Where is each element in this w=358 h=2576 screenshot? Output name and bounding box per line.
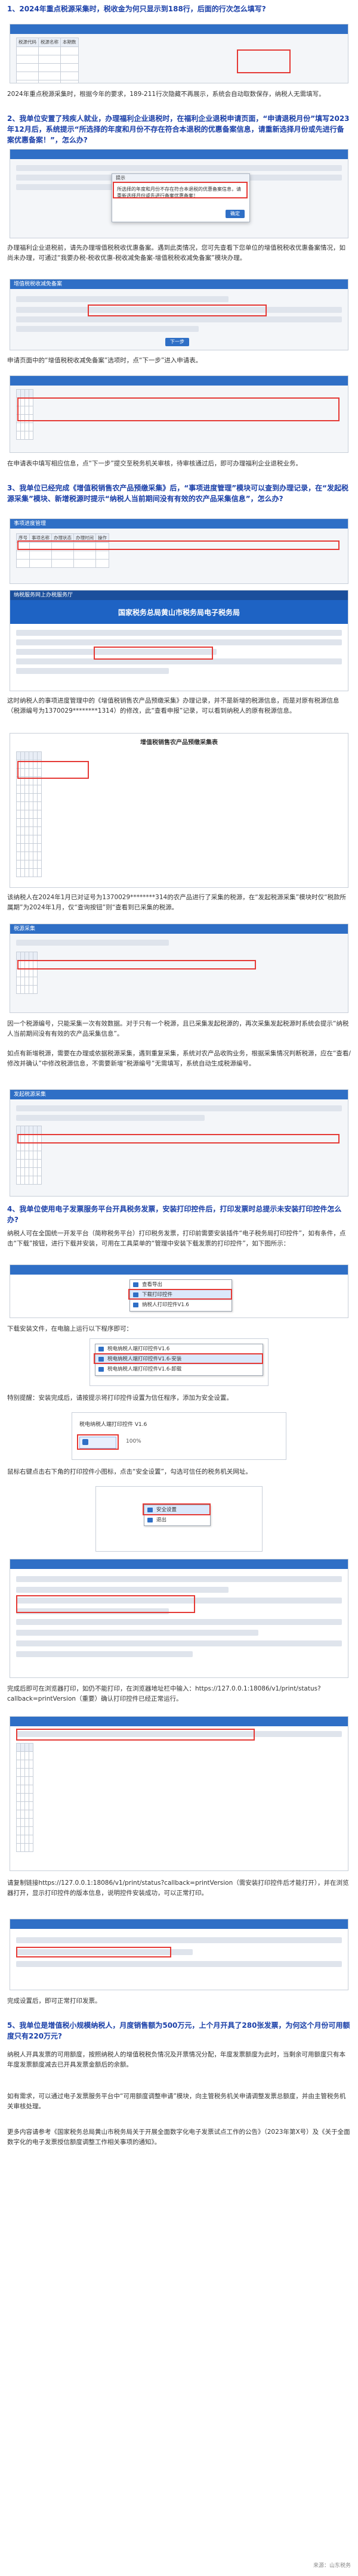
q5-answer-2: 如有需求，可以通过电子发票服务平台中“可用额度调整申请”模块，向主管税务机关申请… [7, 2093, 346, 2110]
document-icon [133, 1282, 138, 1287]
q5-answer: 纳税人开具发票的可用额度，按照纳税人的增值税税负情况及开票情况分配，年度发票额度… [7, 2051, 345, 2068]
screenshot-q3-progress: 事项进度管理 序号 事项名称 办理状态 办理时间 操作 [10, 518, 348, 584]
highlight-box [237, 49, 291, 73]
highlight-box [113, 182, 248, 198]
q4-answer-2: 下载安装文件，在电脑上运行以下程序即可： [7, 1325, 132, 1332]
screenshot-q4-control: 税电纳税人端打印控件 V1.6 100% [72, 1412, 286, 1460]
highlight-box [17, 540, 340, 550]
highlight-box [77, 1434, 119, 1450]
highlight-box [17, 960, 256, 970]
q3-answer-4: 如点有新增税源，需要在办理或依据税源采集，遇到重复采集，系统对农产品收购业务，根… [7, 1050, 351, 1067]
question-2-title: 2、我单位安置了残疾人就业，办理福利企业退税时，在福利企业退税申请页面，“申请退… [7, 114, 350, 144]
screenshot-bar [10, 1919, 348, 1929]
highlight-box [17, 397, 340, 421]
highlight-box [16, 1947, 171, 1957]
highlight-box [17, 1134, 340, 1143]
zoom-level: 100% [126, 1438, 141, 1444]
q4-answer-6: 请复制链接https://127.0.0.1:18086/v1/print/st… [7, 1879, 349, 1897]
screenshot-q2-popup: 提示 所选择的年度和月份不存在符合本退税的优惠备案信息，请重新选择月份或先进行备… [10, 149, 348, 238]
q1-shot-col: 税源代码 [16, 38, 39, 47]
next-step-button[interactable]: 下一步 [165, 338, 189, 346]
highlight-box [94, 647, 213, 660]
highlight-box [128, 1289, 232, 1300]
q3-collect-table [16, 952, 38, 994]
screenshot-q3-launch: 发起税源采集 [10, 1089, 348, 1197]
q2-answer: 办理福利企业退税前，请先办理增值税税收优惠备案。遇到此类情况，您可先查看下您单位… [7, 244, 345, 262]
screenshot-q2-filing: 增值税税收减免备案 下一步 [10, 279, 348, 350]
question-5-title: 5、我单位是增值税小规模纳税人，月度销售额为500万元，上个月开具了280张发票… [7, 2021, 350, 2040]
screenshot-bar [10, 1717, 348, 1726]
q4-answer-3: 特别提醒：安装完成后，请按提示将打印控件设置为信任程序，添加为安全设置。 [7, 1394, 233, 1402]
source-credit: 来源：山东税务 [313, 2563, 351, 2569]
q4-answer-4: 鼠标右键点击右下角的打印控件小图标，点击“安全设置”，勾选可信任的税务机关网址。 [7, 1468, 252, 1475]
installer-item[interactable]: 税电纳税人端打印控件V1.6-卸载 [95, 1365, 263, 1375]
highlight-box [16, 1729, 255, 1741]
printer-icon [133, 1303, 138, 1308]
menu-item[interactable]: 纳税人打印控件V1.6 [130, 1300, 232, 1310]
screenshot-q1-table: 税源代码 税源名称 本期数 [10, 24, 348, 83]
screenshot-q4-settings [10, 1559, 348, 1678]
highlight-box [94, 1353, 263, 1364]
screenshot-q4-browser [10, 1716, 348, 1871]
app-icon [98, 1347, 104, 1351]
q3-shot-bar: 事项进度管理 [10, 519, 348, 529]
q2-answer-2: 申请页面中的“增值税税收减免备案”选项时，点“下一步”进入申请表。 [7, 357, 202, 364]
q4-answer: 纳税人可在全国统一开发平台（简称税务平台）打印税务发票，打印前需要安装插件“电子… [7, 1230, 346, 1247]
q2-shot2-bar: 增值税税收减免备案 [10, 279, 348, 289]
menu-item-exit[interactable]: 退出 [144, 1515, 210, 1525]
q3-shot5-bar: 发起税源采集 [10, 1090, 348, 1099]
highlight-box [88, 304, 267, 316]
q3-answer: 这时纳税人的事项进度管理中的《增值税销售农产品预缴采集》办理记录，并不是新增的税… [7, 697, 340, 714]
highlight-box [16, 1595, 195, 1613]
screenshot-q3-form: 增值税销售农产品预缴采集表 [10, 733, 348, 888]
highlight-box [17, 761, 89, 779]
q4-answer-7: 完成设置后，即可正常打印发票。 [7, 1997, 101, 2005]
screenshot-q4-version [10, 1919, 348, 1990]
q4-answer-5: 完成后即可在浏览器打印，如仍不能打印，在浏览器地址栏中输入：https://12… [7, 1685, 321, 1702]
screenshot-q4-download: 查看导出 下载打印控件 纳税人打印控件V1.6 [10, 1264, 348, 1318]
q3-form-title: 增值税销售农产品预缴采集表 [140, 739, 218, 746]
question-1-title: 1、2024年重点税源采集时，税收金为何只显示到188行，后面的行次怎么填写? [7, 5, 266, 13]
q1-shot-table: 税源代码 税源名称 本期数 [16, 38, 79, 83]
q3-progress-table: 序号 事项名称 办理状态 办理时间 操作 [16, 533, 109, 568]
app-icon [98, 1367, 104, 1372]
q3-shot4-bar: 税源采集 [10, 924, 348, 934]
screenshot-q4-installer: 税电纳税人端打印控件V1.6 税电纳税人端打印控件V1.6-安装 税电纳税人端打… [90, 1338, 268, 1386]
q3-answer-3: 因一个税源编号，只能采集一次有效数据。对于只有一个税源，且已采集发起税源的，再次… [7, 1020, 349, 1037]
q1-shot-col: 本期数 [60, 38, 79, 47]
screenshot-q1-bar [10, 24, 348, 34]
screenshot-bar [10, 1559, 348, 1569]
q1-shot-col: 税源名称 [38, 38, 61, 47]
exit-icon [147, 1518, 153, 1523]
portal-banner-title: 国家税务总局黄山市税务局电子税务局 [118, 608, 240, 617]
question-3-title: 3、我单位已经完成《增值税销售农产品预缴采集》后，“事项进度管理”模块可以查到办… [7, 484, 349, 503]
screenshot-q4-security: 安全设置 退出 [95, 1486, 263, 1552]
screenshot-bar [10, 150, 348, 159]
control-label: 税电纳税人端打印控件 V1.6 [79, 1422, 147, 1428]
q3-answer-2: 该纳税人在2024年1月已对证号为1370029********314的农产品进… [7, 894, 347, 911]
screenshot-q2-form [10, 375, 348, 453]
alert-confirm-button[interactable]: 确定 [226, 210, 245, 218]
alert-dialog-title: 提示 [112, 174, 249, 182]
article: 1、2024年重点税源采集时，税收金为何只显示到188行，后面的行次怎么填写? … [0, 0, 358, 2576]
q5-answer-3: 更多内容请参考《国家税务总局黄山市税务局关于开展全面数字化电子发票试点工作的公告… [7, 2128, 350, 2146]
screenshot-q3-collect: 税源采集 [10, 924, 348, 1013]
q4-browser-table [16, 1743, 33, 1852]
q2-answer-3: 在申请表中填写相应信息，点“下一步”提交至税务机关审核，待审核通过后，即可办理福… [7, 460, 302, 467]
highlight-box [143, 1503, 211, 1515]
screenshot-bar [10, 376, 348, 386]
screenshot-bar [10, 1265, 348, 1275]
q3-shot2-bar: 纳税服务网上办税服务厅 [10, 591, 348, 600]
question-4-title: 4、我单位使用电子发票服务平台开具税务发票，安装打印控件后，打印发票时总提示未安… [7, 1205, 342, 1224]
portal-banner: 国家税务总局黄山市税务局电子税务局 [10, 600, 348, 624]
q1-answer: 2024年重点税源采集时，根据今年的要求，189-211行次隐藏不再展示，系统会… [7, 91, 325, 98]
screenshot-q3-portal: 纳税服务网上办税服务厅 国家税务总局黄山市税务局电子税务局 [10, 590, 348, 691]
